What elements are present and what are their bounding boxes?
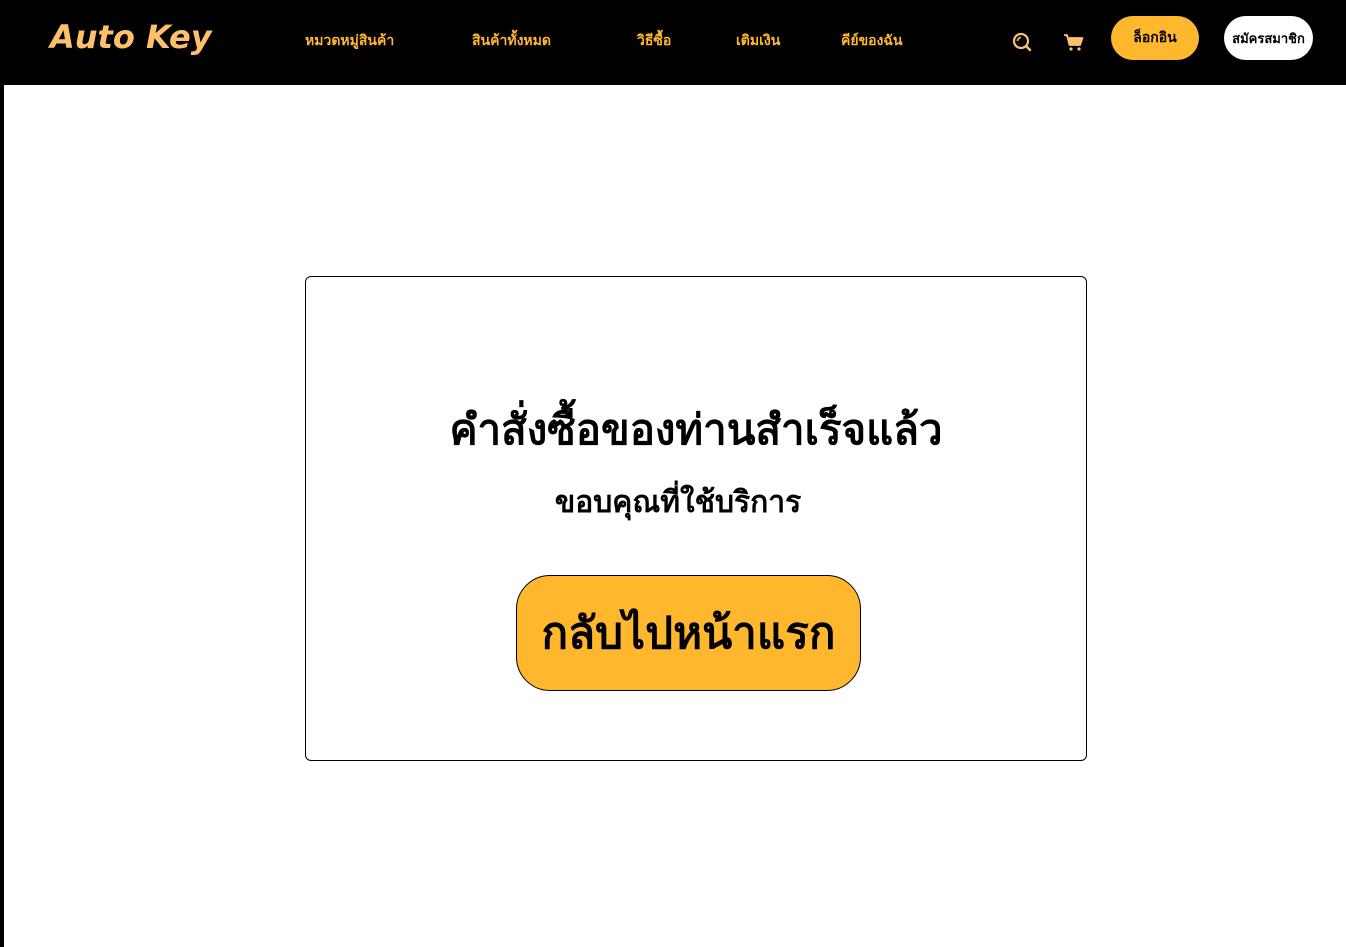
top-navbar: Auto Key หมวดหมู่สินค้า สินค้าทั้งหมด วิ…	[0, 0, 1346, 84]
cart-icon[interactable]	[1062, 30, 1086, 54]
login-button[interactable]: ล็อกอิน	[1111, 16, 1199, 60]
nav-link-categories[interactable]: หมวดหมู่สินค้า	[305, 30, 394, 52]
nav-link-how-to-buy[interactable]: วิธีซื้อ	[637, 30, 671, 52]
order-success-card: คำสั่งซื้อของท่านสำเร็จแล้ว ขอบคุณที่ใช้…	[305, 276, 1087, 761]
nav-link-my-keys[interactable]: คีย์ของฉัน	[841, 30, 903, 52]
search-icon[interactable]	[1010, 30, 1034, 54]
logo[interactable]: Auto Key	[50, 18, 212, 56]
nav-link-top-up[interactable]: เติมเงิน	[736, 30, 780, 52]
back-to-home-button[interactable]: กลับไปหน้าแรก	[516, 575, 861, 691]
main-content: คำสั่งซื้อของท่านสำเร็จแล้ว ขอบคุณที่ใช้…	[4, 85, 1346, 947]
nav-link-all-products[interactable]: สินค้าทั้งหมด	[472, 30, 551, 52]
success-subtitle: ขอบคุณที่ใช้บริการ	[554, 485, 802, 520]
register-button[interactable]: สมัครสมาชิก	[1224, 16, 1313, 60]
success-title: คำสั่งซื้อของท่านสำเร็จแล้ว	[449, 405, 943, 454]
